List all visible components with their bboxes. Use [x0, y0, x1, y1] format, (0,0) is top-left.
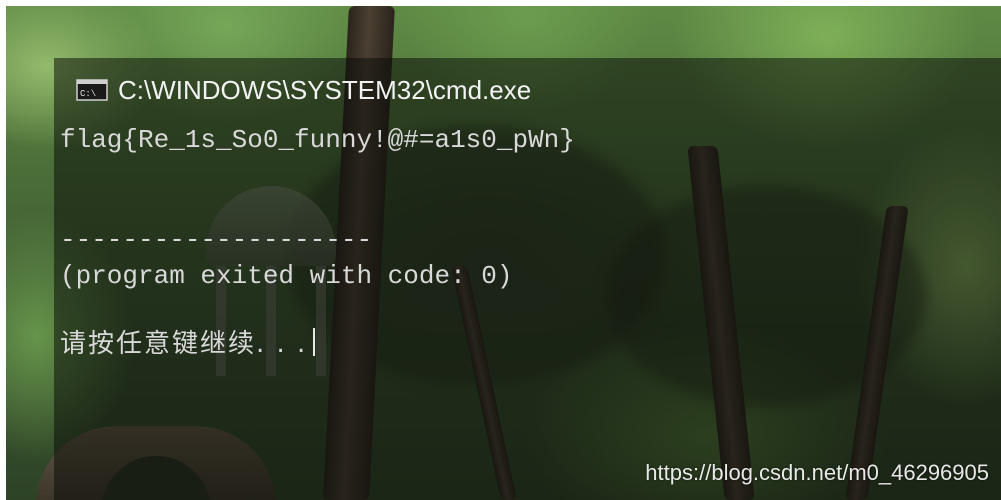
divider-line: --------------------: [60, 225, 373, 255]
svg-text:C:\: C:\: [80, 89, 96, 99]
cmd-icon: C:\: [76, 79, 108, 101]
press-any-key-prompt: 请按任意键继续. . .: [60, 328, 316, 360]
watermark-text: https://blog.csdn.net/m0_46296905: [645, 460, 989, 485]
text-cursor: [313, 328, 316, 356]
exit-code-line: (program exited with code: 0): [60, 261, 513, 291]
screenshot-frame: C:\ C:\WINDOWS\SYSTEM32\cmd.exe flag{Re_…: [0, 0, 1001, 500]
window-title: C:\WINDOWS\SYSTEM32\cmd.exe: [118, 74, 532, 105]
cmd-window[interactable]: C:\ C:\WINDOWS\SYSTEM32\cmd.exe flag{Re_…: [54, 58, 1001, 500]
cmd-titlebar[interactable]: C:\ C:\WINDOWS\SYSTEM32\cmd.exe: [54, 72, 1001, 108]
flag-output-line: flag{Re_1s_So0_funny!@#=a1s0_pWn}: [60, 125, 575, 155]
prompt-text: 请按任意键继续. . .: [60, 329, 308, 359]
